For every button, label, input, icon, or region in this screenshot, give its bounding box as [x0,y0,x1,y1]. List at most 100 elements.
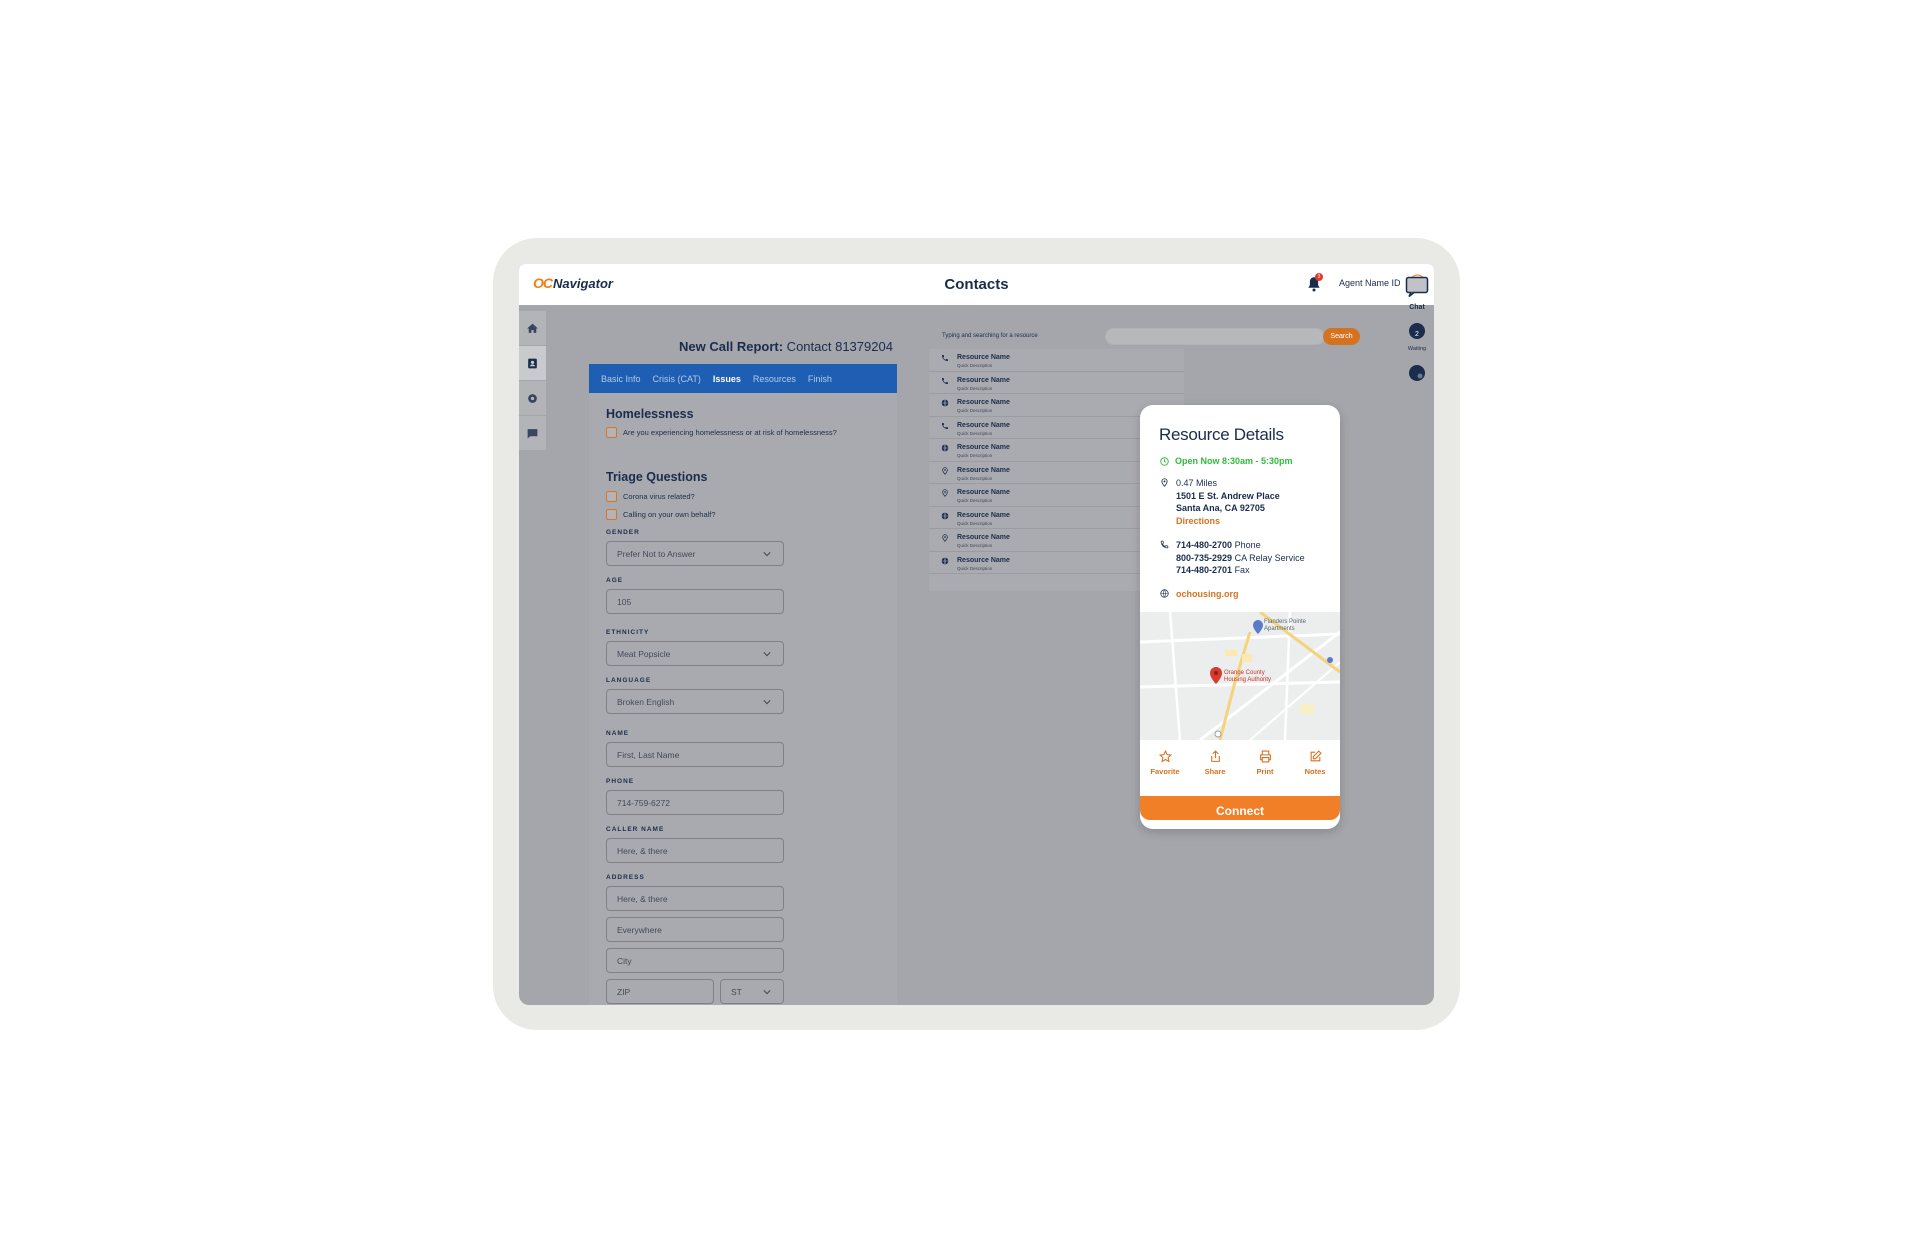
live-chat-icon [1405,276,1429,298]
address-line2-input[interactable]: Everywhere [606,917,784,942]
tab-basic-info[interactable]: Basic Info [601,374,641,384]
phone-main-type: Phone [1232,540,1261,550]
directions-link[interactable]: Directions [1176,515,1280,528]
search-hint: Typing and searching for a resource [942,333,1038,339]
corona-checkbox[interactable] [606,491,617,502]
ethnicity-select[interactable]: Meat Popsicle [606,641,784,666]
result-item[interactable]: Resource Name Quick Description [929,349,1184,372]
resource-details-card: Resource Details Open Now 8:30am - 5:30p… [1140,405,1340,829]
name-label: NAME [606,730,630,737]
chevron-down-icon [763,990,771,995]
chevron-down-icon [763,700,771,705]
chat-button[interactable]: Chat [1403,276,1431,311]
result-name: Resource Name [957,466,1010,474]
home-icon [527,323,538,333]
contacts-icon [528,358,537,368]
waiting-button[interactable]: 2 Waiting [1403,322,1431,352]
waiting-avatar-icon: 2 [1409,323,1425,339]
result-name: Resource Name [957,421,1010,429]
report-title-contact: Contact 81379204 [783,339,893,354]
agent-name[interactable]: Agent Name ID [1339,278,1401,288]
homelessness-checkbox[interactable] [606,427,617,438]
globe-icon [941,556,949,565]
phone-label: PHONE [606,778,635,785]
location-map[interactable]: Flanders Pointe Apartments Orange County… [1140,612,1340,740]
phones-block: 714-480-2700 Phone 800-735-2929 CA Relay… [1160,539,1305,577]
language-select[interactable]: Broken English [606,689,784,714]
phone-value: 714-759-6272 [617,797,670,808]
gender-select[interactable]: Prefer Not to Answer [606,541,784,566]
ethnicity-label: ETHNICITY [606,629,650,636]
result-desc: Quick Description [957,430,993,436]
relay-number: 800-735-2929 [1176,552,1233,563]
result-desc: Quick Description [957,385,993,391]
age-value: 105 [617,596,632,607]
behalf-checkbox[interactable] [606,509,617,520]
fax-type: Fax [1232,565,1250,575]
tab-crisis[interactable]: Crisis (CAT) [653,374,701,384]
notes-button[interactable]: Notes [1290,747,1340,787]
triage-title: Triage Questions [606,470,708,484]
street-text: 1501 E St. Andrew Place [1176,490,1280,501]
result-desc: Quick Description [957,408,993,413]
chevron-down-icon [763,652,771,657]
result-name: Resource Name [957,534,1010,541]
city-input[interactable]: City [606,948,784,973]
fax-line[interactable]: 714-480-2701 Fax [1176,564,1305,577]
result-desc: Quick Description [957,520,993,526]
report-title-bold: New Call Report: [679,339,784,354]
print-label: Print [1256,767,1274,776]
resource-search-input[interactable] [1105,328,1325,345]
globe-icon [941,511,949,520]
phone-icon [942,422,948,429]
phone-input[interactable]: 714-759-6272 [606,790,784,815]
behalf-check-row: Calling on your own behalf? [606,509,716,520]
message-icon [527,428,538,438]
city-text: Santa Ana, CA 92705 [1176,503,1265,513]
age-label: AGE [606,577,624,584]
state-select[interactable]: ST [720,979,784,1004]
app-screen: OC Navigator Contacts 3 Agent Name ID Ne… [519,264,1434,1005]
caller-name-value: Here, & there [617,845,668,856]
result-desc: Quick Description [957,543,993,548]
tab-issues[interactable]: Issues [713,374,741,384]
phone-line[interactable]: 714-480-2700 Phone [1176,539,1305,552]
favorite-button[interactable]: Favorite [1140,747,1190,787]
search-button[interactable]: Search [1323,328,1360,345]
favorite-label: Favorite [1150,767,1180,776]
share-button[interactable]: Share [1190,747,1240,787]
print-button[interactable]: Print [1240,747,1290,787]
tab-finish[interactable]: Finish [808,374,832,384]
open-hours: Open Now 8:30am - 5:30pm [1160,456,1293,466]
share-icon [1210,750,1220,762]
result-item[interactable]: Resource Name Quick Description [929,372,1184,394]
sidebar-item-messages[interactable] [519,416,546,450]
top-bar: OC Navigator Contacts 3 Agent Name ID [519,264,1434,305]
card-actions: Favorite Share Print Notes [1140,747,1340,787]
zip-input[interactable]: ZIP [606,979,714,1004]
website-link[interactable]: ochousing.org [1176,588,1239,601]
phone-icon [1160,540,1169,549]
result-desc: Quick Description [957,565,993,571]
share-label: Share [1204,767,1226,776]
address-line1-input[interactable]: Here, & there [606,886,784,911]
tab-resources[interactable]: Resources [753,374,796,384]
caller-name-input[interactable]: Here, & there [606,838,784,863]
state-value: ST [731,986,742,997]
left-sidebar [519,311,546,451]
relay-line[interactable]: 800-735-2929 CA Relay Service [1176,552,1305,565]
result-desc: Quick Description [957,475,993,481]
result-desc: Quick Description [957,453,993,458]
name-input[interactable]: First, Last Name [606,742,784,767]
queue-button[interactable] [1403,364,1431,387]
sidebar-item-settings[interactable] [519,381,546,415]
connect-button[interactable]: Connect [1140,796,1340,820]
sidebar-item-contacts[interactable] [519,346,546,380]
address-line1-value: Here, & there [617,893,668,904]
chevron-down-icon [763,552,771,557]
pin-icon [942,534,948,542]
homelessness-question: Are you experiencing homelessness or at … [623,428,837,437]
age-input[interactable]: 105 [606,589,784,614]
result-name: Resource Name [957,354,1010,361]
sidebar-item-home[interactable] [519,311,546,345]
